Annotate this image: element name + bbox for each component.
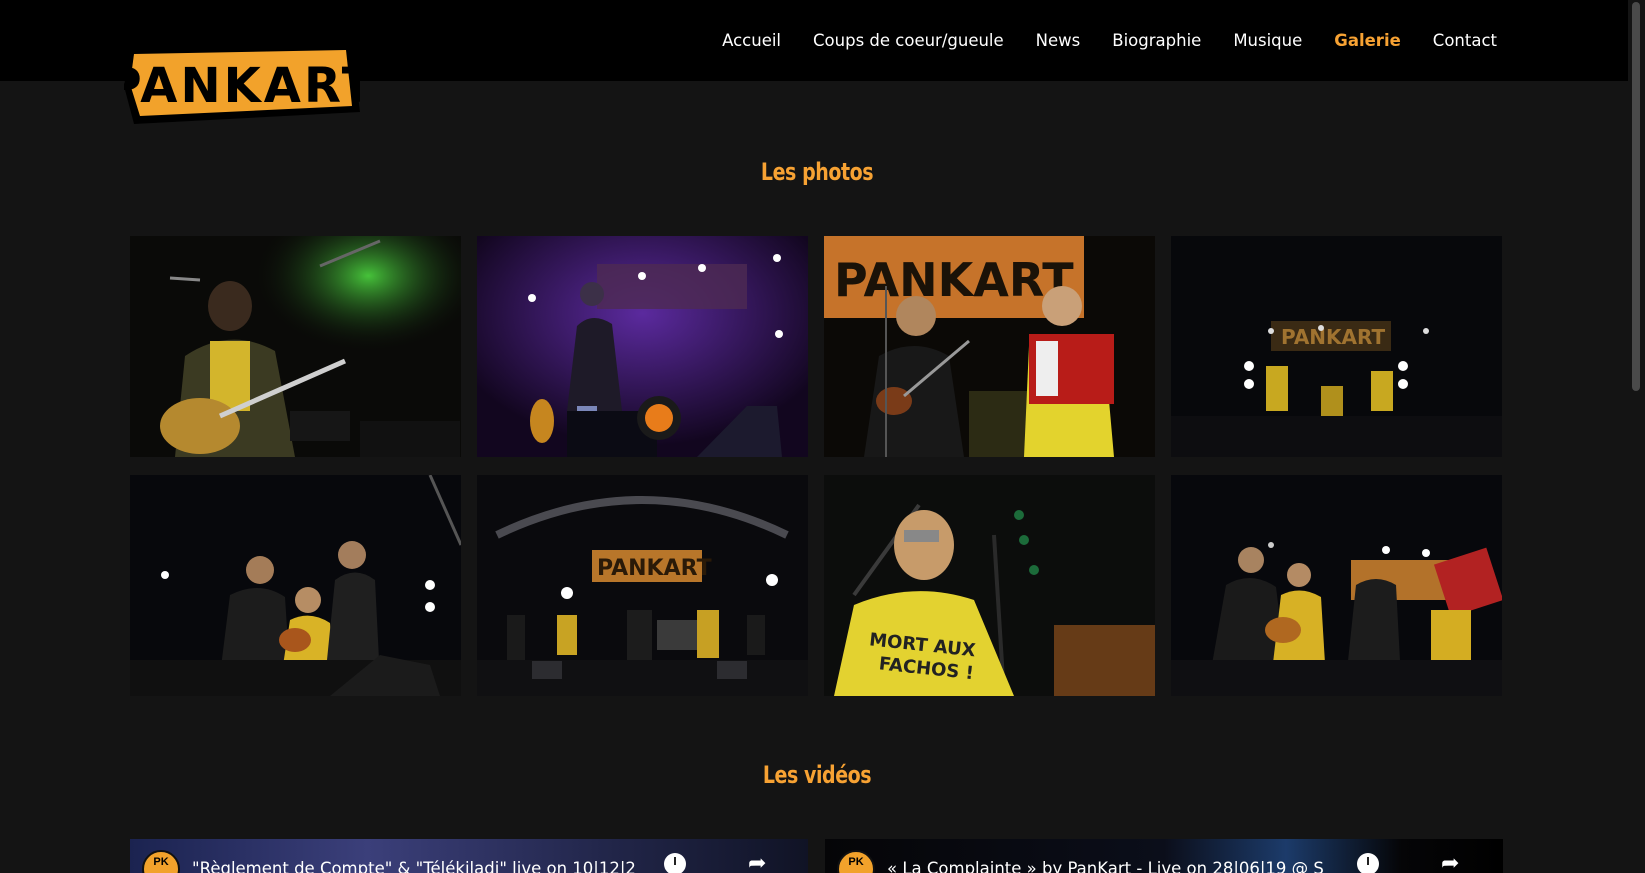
gallery-photo-6[interactable]: PANKART <box>477 475 808 696</box>
photo-image <box>130 475 461 696</box>
video-title[interactable]: « La Complainte » by PanKart - Live on 2… <box>887 859 1324 873</box>
gallery-photo-5[interactable] <box>130 475 461 696</box>
logo-text: PANKART <box>124 58 360 114</box>
photo-gallery: PANKART PANKART PANKART MORT AUX FACHOS … <box>130 236 1503 696</box>
nav-item-galerie[interactable]: Galerie <box>1318 28 1417 54</box>
watch-later-icon[interactable] <box>664 853 686 873</box>
svg-text:PANKART: PANKART <box>834 253 1074 307</box>
photos-section-title: Les photos <box>760 158 874 186</box>
share-icon[interactable]: ➦ <box>748 850 766 873</box>
gallery-photo-4[interactable]: PANKART <box>1171 236 1502 457</box>
share-icon[interactable]: ➦ <box>1441 850 1459 873</box>
svg-text:PANKART: PANKART <box>1281 325 1386 349</box>
main-nav: Accueil Coups de coeur/gueule News Biogr… <box>706 28 1497 54</box>
videos-section-title: Les vidéos <box>762 761 872 789</box>
photo-image <box>130 236 461 457</box>
nav-item-contact[interactable]: Contact <box>1417 28 1497 54</box>
nav-item-biographie[interactable]: Biographie <box>1096 28 1217 54</box>
svg-text:PANKART: PANKART <box>597 556 712 581</box>
nav-item-news[interactable]: News <box>1020 28 1097 54</box>
photo-image <box>477 236 808 457</box>
gallery-photo-3[interactable]: PANKART <box>824 236 1155 457</box>
video-embed-1[interactable]: PK "Règlement de Compte" & "Télékiladi" … <box>130 839 808 873</box>
photo-image: MORT AUX FACHOS ! <box>824 475 1155 696</box>
page-scrollbar[interactable] <box>1628 0 1645 873</box>
photo-image: PANKART <box>1171 236 1502 457</box>
video-list: PK "Règlement de Compte" & "Télékiladi" … <box>130 839 1503 873</box>
nav-item-coups-de-coeur[interactable]: Coups de coeur/gueule <box>797 28 1020 54</box>
video-embed-2[interactable]: PK « La Complainte » by PanKart - Live o… <box>825 839 1503 873</box>
logo-image: PANKART <box>124 46 360 124</box>
photo-image: PANKART <box>824 236 1155 457</box>
nav-item-musique[interactable]: Musique <box>1217 28 1318 54</box>
gallery-photo-7[interactable]: MORT AUX FACHOS ! <box>824 475 1155 696</box>
channel-avatar[interactable]: PK <box>837 850 875 873</box>
photo-image: PANKART <box>477 475 808 696</box>
photo-image <box>1171 475 1502 696</box>
gallery-photo-1[interactable] <box>130 236 461 457</box>
scrollbar-thumb[interactable] <box>1632 2 1640 391</box>
video-title[interactable]: "Règlement de Compte" & "Télékiladi" liv… <box>192 859 636 873</box>
nav-item-accueil[interactable]: Accueil <box>706 28 797 54</box>
gallery-photo-2[interactable] <box>477 236 808 457</box>
gallery-photo-8[interactable] <box>1171 475 1502 696</box>
watch-later-icon[interactable] <box>1357 853 1379 873</box>
pankart-logo[interactable]: PANKART <box>124 46 360 124</box>
channel-avatar[interactable]: PK <box>142 850 180 873</box>
